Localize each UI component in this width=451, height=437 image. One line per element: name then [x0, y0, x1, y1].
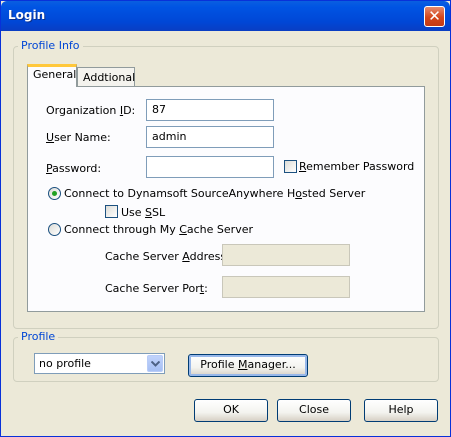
close-icon: ✕	[428, 7, 441, 25]
dialog-client-area: Profile Info General Addtional Organizat…	[4, 31, 447, 434]
profile-info-legend: Profile Info	[18, 39, 83, 52]
password-input[interactable]	[146, 156, 274, 178]
remember-password-label[interactable]: Remember Password	[299, 160, 414, 173]
connect-cache-radio[interactable]	[48, 223, 61, 236]
password-label: Password:	[46, 162, 102, 175]
user-name-input[interactable]: admin	[146, 126, 274, 148]
title-bar[interactable]: Login ✕	[1, 1, 450, 31]
radio-selected-dot	[52, 191, 57, 196]
tab-general[interactable]: General	[27, 64, 77, 87]
profile-select-value: no profile	[39, 357, 91, 370]
profile-group: Profile no profile Profile Manager...	[13, 330, 439, 382]
ok-button[interactable]: OK	[194, 399, 268, 422]
general-tab-panel: Organization ID: 87 User Name: admin Pas…	[27, 86, 425, 312]
cache-server-address-input[interactable]	[222, 244, 350, 266]
user-name-label: User Name:	[46, 131, 111, 144]
organization-id-label: Organization ID:	[46, 104, 136, 117]
window-title: Login	[8, 8, 46, 22]
cache-server-port-label: Cache Server Port:	[105, 282, 208, 295]
cache-server-port-input[interactable]	[222, 276, 350, 298]
help-button[interactable]: Help	[364, 399, 438, 422]
profile-manager-button[interactable]: Profile Manager...	[188, 354, 308, 377]
connect-cache-label[interactable]: Connect through My Cache Server	[64, 223, 253, 236]
profile-select[interactable]: no profile	[34, 353, 165, 374]
close-button[interactable]: Close	[277, 399, 351, 422]
remember-password-checkbox[interactable]	[284, 160, 297, 173]
connect-hosted-radio[interactable]	[48, 187, 61, 200]
tab-general-label: General	[33, 68, 77, 81]
profile-legend: Profile	[18, 330, 59, 343]
chevron-down-icon	[151, 361, 160, 367]
organization-id-input[interactable]: 87	[146, 99, 274, 121]
login-dialog: Login ✕ Profile Info General Addtional O…	[0, 0, 451, 437]
use-ssl-checkbox[interactable]	[105, 205, 118, 218]
profile-info-group: Profile Info General Addtional Organizat…	[13, 39, 439, 329]
dropdown-button[interactable]	[147, 355, 163, 372]
tab-additional[interactable]: Addtional	[77, 67, 135, 87]
close-window-button[interactable]: ✕	[424, 6, 445, 27]
tab-additional-label: Addtional	[83, 71, 136, 84]
use-ssl-label[interactable]: Use SSL	[121, 206, 165, 219]
cache-server-address-label: Cache Server Address:	[105, 250, 230, 263]
connect-hosted-label[interactable]: Connect to Dynamsoft SourceAnywhere Host…	[64, 187, 365, 200]
